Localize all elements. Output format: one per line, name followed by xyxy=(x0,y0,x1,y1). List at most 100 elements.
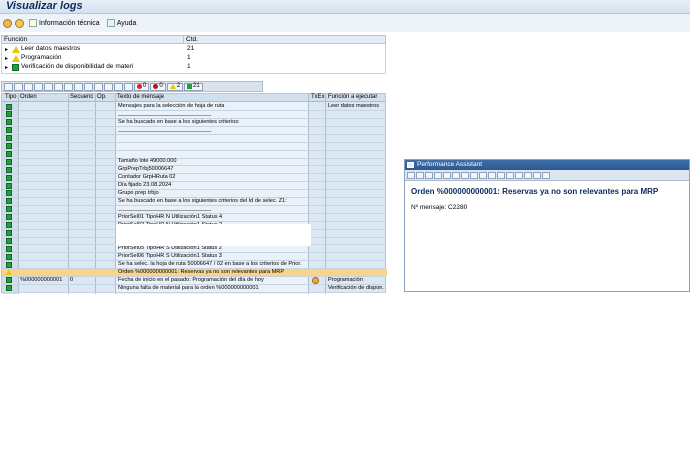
col-orden[interactable]: Orden xyxy=(20,94,37,100)
copy-icon[interactable] xyxy=(497,171,505,179)
table-row[interactable]: ______________________________ xyxy=(2,127,385,134)
forward-icon[interactable] xyxy=(416,171,424,179)
subtotal-icon[interactable] xyxy=(74,82,83,91)
find-icon[interactable] xyxy=(34,82,43,91)
abort-filter-button[interactable]: 0 xyxy=(150,82,166,91)
success-icon xyxy=(6,111,12,118)
table-row[interactable]: Día fijado 23.08.2024 xyxy=(2,182,385,189)
col-op[interactable]: Op. xyxy=(97,94,107,100)
table-row[interactable]: ______________________________ xyxy=(2,206,385,213)
print-icon[interactable] xyxy=(84,82,93,91)
tree-row[interactable]: ▸ Verificación de disponibilidad de mate… xyxy=(2,63,385,72)
info-filter-button[interactable]: 21 xyxy=(184,82,203,91)
blank-text-area xyxy=(116,224,311,246)
mail-icon[interactable] xyxy=(506,171,514,179)
filter-icon[interactable] xyxy=(15,18,24,28)
table-row[interactable] xyxy=(2,150,385,157)
table-row[interactable]: PriorSel06 TipoHR S Utilización1 Status … xyxy=(2,253,385,260)
sort-asc-icon[interactable] xyxy=(14,82,23,91)
tree-row-count: 21 xyxy=(187,45,195,52)
tech-info-button[interactable]: Información técnica xyxy=(27,19,102,27)
search-icon[interactable] xyxy=(443,171,451,179)
success-icon xyxy=(187,84,193,89)
cell-texto: Tamaño lote 49000.000 xyxy=(118,158,177,165)
success-icon xyxy=(12,64,19,71)
success-icon xyxy=(6,182,12,189)
tree-row-label: Verificación de disponibilidad de materi xyxy=(21,63,134,70)
warning-icon xyxy=(6,269,12,276)
cell-texto: PriorSel05 TipoHR S Utilización1 Status … xyxy=(118,245,222,252)
help-button[interactable]: Ayuda xyxy=(105,19,139,27)
row-divider xyxy=(2,291,385,293)
grid-header: Tipo Orden Secuenc Op. Texto de mensaje … xyxy=(2,94,385,102)
table-row[interactable]: PriorSel01 TipoHR N Utilización1 Status … xyxy=(2,214,385,221)
success-icon xyxy=(6,222,12,228)
col-secuencia[interactable]: Secuenc xyxy=(70,94,93,100)
filter-icon[interactable] xyxy=(54,82,63,91)
cell-texto: Se ha buscado en base a los siguientes c… xyxy=(118,118,240,125)
table-row[interactable]: Se ha buscado en base a los siguientes c… xyxy=(2,198,385,205)
pa-title-bar: Performance Assistant xyxy=(405,160,689,170)
tree-header-ctd: Ctd. xyxy=(183,36,198,44)
col-texto[interactable]: Texto de mensaje xyxy=(117,94,164,100)
success-icon xyxy=(6,103,12,110)
table-row[interactable]: Se ha buscado en base a los siguientes c… xyxy=(2,119,385,126)
warnings-filter-button[interactable]: 2 xyxy=(166,82,184,91)
table-row[interactable]: Ninguna falta de material para la orden … xyxy=(2,285,385,292)
sum-icon[interactable] xyxy=(64,82,73,91)
table-row[interactable] xyxy=(2,143,385,150)
detail-icon[interactable] xyxy=(3,18,12,28)
warnings-count: 2 xyxy=(176,83,181,89)
edit-icon[interactable] xyxy=(488,171,496,179)
table-row[interactable]: PriorSel05 TipoHR S Utilización1 Status … xyxy=(2,245,385,252)
window-title: Visualizar logs xyxy=(6,0,83,12)
expand-arrow-icon[interactable]: ▸ xyxy=(5,46,8,53)
table-row[interactable]: Mensajes para la selección de hoja de ru… xyxy=(2,103,385,110)
table-row[interactable]: Grupo prep trbjo xyxy=(2,190,385,197)
cell-secuencia: 0 xyxy=(70,276,74,283)
tree-row[interactable]: ▸ Programación 1 xyxy=(2,54,385,63)
table-row[interactable]: ______________________________ xyxy=(2,111,385,118)
zoom-icon[interactable] xyxy=(470,171,478,179)
print-icon[interactable] xyxy=(452,171,460,179)
sort-desc-icon[interactable] xyxy=(24,82,33,91)
layout-icon[interactable] xyxy=(114,82,123,91)
export-icon[interactable] xyxy=(104,82,113,91)
save-layout-icon[interactable] xyxy=(124,82,133,91)
col-txex[interactable]: TxEx xyxy=(311,94,325,100)
views-icon[interactable] xyxy=(94,82,103,91)
table-row[interactable]: Se ha selec. la hoja de ruta 50006647 / … xyxy=(2,261,385,268)
success-icon xyxy=(6,119,12,126)
col-funcion[interactable]: Función a ejecutar xyxy=(328,94,377,100)
link-icon[interactable] xyxy=(515,171,523,179)
abort-icon xyxy=(153,84,159,89)
success-icon xyxy=(6,206,12,213)
details-icon[interactable] xyxy=(4,82,13,91)
expand-arrow-icon[interactable]: ▸ xyxy=(5,64,8,71)
expand-arrow-icon[interactable]: ▸ xyxy=(5,55,8,62)
errors-filter-button[interactable]: 0 xyxy=(134,82,150,91)
table-row[interactable]: Tamaño lote 49000.000 xyxy=(2,158,385,165)
long-text-icon[interactable] xyxy=(312,276,319,284)
table-row[interactable] xyxy=(2,135,385,142)
tree-row-count: 1 xyxy=(187,63,191,70)
bookmark-icon[interactable] xyxy=(434,171,442,179)
back-icon[interactable] xyxy=(407,171,415,179)
layout-icon[interactable] xyxy=(542,171,550,179)
home-icon[interactable] xyxy=(425,171,433,179)
close-icon[interactable] xyxy=(533,171,541,179)
tree-row[interactable]: ▸ Leer datos maestros 21 xyxy=(2,45,385,54)
pa-heading: Orden %000000000001: Reservas ya no son … xyxy=(411,187,659,196)
info-icon[interactable] xyxy=(479,171,487,179)
cell-texto: PriorSel06 TipoHR S Utilización1 Status … xyxy=(118,253,222,260)
table-row[interactable]: Contador GrpHRuta 02 xyxy=(2,174,385,181)
table-row[interactable]: GrpPrepTrbj50006647 xyxy=(2,166,385,173)
table-row[interactable]: %000000000001 0 Fecha de inicio en el pasa… xyxy=(2,276,385,284)
settings-icon[interactable] xyxy=(461,171,469,179)
find-next-icon[interactable] xyxy=(44,82,53,91)
table-row[interactable]: Orden %000000000001: Reservas ya no son … xyxy=(2,269,385,276)
help-icon[interactable] xyxy=(524,171,532,179)
col-tipo[interactable]: Tipo xyxy=(5,94,16,100)
cell-texto: ______________________________ xyxy=(118,205,212,212)
cell-texto: Mensajes para la selección de hoja de ru… xyxy=(118,103,225,109)
